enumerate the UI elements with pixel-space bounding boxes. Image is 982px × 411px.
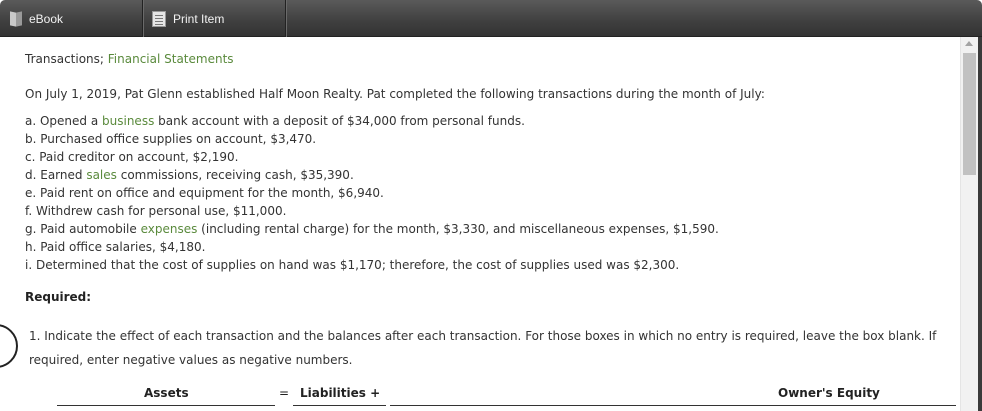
assets-header: Assets (144, 386, 189, 400)
transaction-text: h. Paid office salaries, $4,180. (25, 240, 206, 254)
transaction-item: a. Opened a business bank account with a… (25, 114, 525, 128)
transaction-text: b. Purchased office supplies on account,… (25, 132, 317, 146)
scroll-up-arrow-icon[interactable] (965, 41, 973, 46)
transaction-item: d. Earned sales commissions, receiving c… (25, 168, 354, 182)
problem-heading: Transactions; Financial Statements (25, 52, 234, 66)
transaction-text: bank account with a deposit of $34,000 f… (154, 114, 525, 128)
glossary-link[interactable]: expenses (141, 222, 198, 236)
transaction-text: d. Earned (25, 168, 87, 182)
transaction-text: g. Paid automobile (25, 222, 141, 236)
document-icon (152, 10, 166, 27)
ebook-button[interactable]: eBook (0, 0, 143, 37)
scroll-thumb[interactable] (963, 53, 976, 175)
assets-underline (57, 405, 275, 406)
transaction-text: i. Determined that the cost of supplies … (25, 258, 680, 272)
intro-text: On July 1, 2019, Pat Glenn established H… (25, 87, 765, 101)
transaction-text: e. Paid rent on office and equipment for… (25, 186, 384, 200)
transaction-text: commissions, receiving cash, $35,390. (116, 168, 354, 182)
transaction-text: f. Withdrew cash for personal use, $11,0… (25, 204, 287, 218)
glossary-link[interactable]: sales (86, 168, 117, 182)
transaction-item: f. Withdrew cash for personal use, $11,0… (25, 204, 286, 218)
heading-text: Transactions; (25, 52, 108, 66)
print-item-label: Print Item (173, 11, 225, 26)
transaction-item: h. Paid office salaries, $4,180. (25, 240, 205, 254)
book-icon (10, 10, 22, 27)
vertical-scrollbar[interactable] (960, 37, 978, 411)
transaction-item: e. Paid rent on office and equipment for… (25, 186, 384, 200)
step-marker (0, 324, 18, 368)
transaction-item: b. Purchased office supplies on account,… (25, 132, 316, 146)
heading-link[interactable]: Financial Statements (108, 52, 234, 66)
transaction-text: (including rental charge) for the month,… (197, 222, 719, 236)
transaction-text: a. Opened a (25, 114, 103, 128)
print-item-button[interactable]: Print Item (144, 0, 286, 37)
glossary-link[interactable]: business (102, 114, 154, 128)
transaction-item: g. Paid automobile expenses (including r… (25, 222, 719, 236)
problem-content: Transactions; Financial Statements On Ju… (0, 37, 960, 411)
required-label: Required: (25, 290, 92, 304)
owners-equity-underline (390, 405, 956, 406)
transaction-item: c. Paid creditor on account, $2,190. (25, 150, 238, 164)
question-1-text: 1. Indicate the effect of each transacti… (29, 329, 937, 343)
transaction-text: c. Paid creditor on account, $2,190. (25, 150, 239, 164)
liabilities-underline (293, 405, 386, 406)
window-edge (978, 37, 982, 411)
liabilities-header: Liabilities + (300, 386, 381, 400)
owners-equity-header: Owner's Equity (778, 386, 880, 400)
toolbar: eBook Print Item (0, 0, 982, 37)
question-1-text-cont: required, enter negative values as negat… (29, 353, 353, 367)
transaction-item: i. Determined that the cost of supplies … (25, 258, 679, 272)
equals-sign: = (279, 386, 290, 400)
ebook-label: eBook (29, 11, 64, 26)
